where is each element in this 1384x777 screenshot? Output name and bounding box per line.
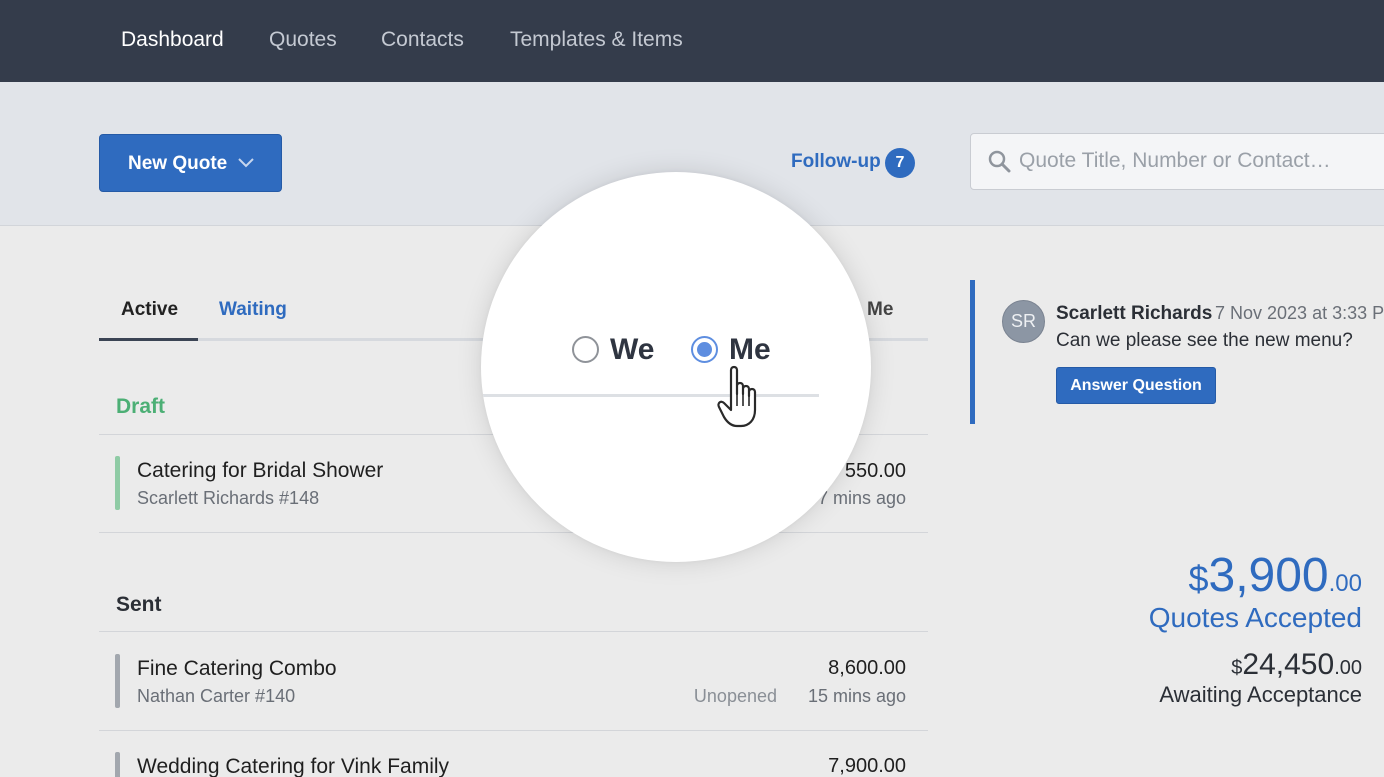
quote-title[interactable]: Catering for Bridal Shower	[137, 459, 383, 483]
activity-timestamp: 7 Nov 2023 at 3:33 PM	[1215, 303, 1384, 323]
search-input[interactable]	[1019, 149, 1379, 173]
quote-time: 15 mins ago	[807, 686, 906, 706]
nav-templates-items[interactable]: Templates & Items	[510, 28, 683, 52]
nav-quotes[interactable]: Quotes	[269, 28, 337, 52]
owner-filter-me-label[interactable]: Me	[867, 299, 893, 321]
new-quote-button[interactable]: New Quote	[99, 134, 282, 192]
nav-contacts[interactable]: Contacts	[381, 28, 464, 52]
amount-decimal: .00	[1328, 570, 1362, 597]
hand-pointer-icon	[717, 365, 757, 428]
quote-amount: 8,600.00	[828, 657, 906, 679]
activity-contact-name[interactable]: Scarlett Richards	[1056, 303, 1212, 325]
search-icon	[988, 150, 1011, 173]
activity-message: Can we please see the new menu?	[1056, 330, 1353, 351]
divider	[99, 730, 928, 731]
awaiting-acceptance-label: Awaiting Acceptance	[1159, 682, 1362, 707]
followup-link[interactable]: Follow-up	[791, 151, 881, 173]
activity-accent-bar	[970, 280, 975, 424]
new-quote-label: New Quote	[128, 153, 228, 174]
sent-status-bar	[115, 654, 120, 708]
owner-radio-we-label[interactable]: We	[610, 333, 654, 367]
tab-waiting[interactable]: Waiting	[219, 299, 287, 321]
quote-title[interactable]: Fine Catering Combo	[137, 657, 337, 681]
divider	[99, 631, 928, 632]
quotes-accepted-total: $3,900.00	[1188, 548, 1362, 603]
owner-radio-we[interactable]	[572, 336, 599, 363]
owner-radio-me[interactable]	[691, 336, 718, 363]
quote-amount: 550.00	[844, 460, 906, 482]
awaiting-acceptance-total: $24,450.00	[1231, 648, 1362, 682]
owner-radio-me-label[interactable]: Me	[729, 333, 771, 367]
tab-active[interactable]: Active	[121, 299, 178, 321]
followup-count-badge: 7	[885, 148, 915, 178]
section-sent-label: Sent	[116, 593, 162, 616]
section-draft-label: Draft	[116, 395, 166, 418]
currency-symbol: $	[1231, 657, 1243, 679]
sent-status-bar	[115, 752, 120, 777]
quote-status: Unopened	[693, 686, 777, 706]
quote-time: 7 mins ago	[817, 488, 906, 508]
avatar: SR	[1002, 300, 1045, 343]
magnifier-callout: We Me	[481, 172, 871, 562]
divider	[99, 532, 928, 533]
quote-amount: 7,900.00	[828, 755, 906, 777]
currency-symbol: $	[1188, 558, 1209, 599]
active-tab-indicator	[99, 338, 198, 341]
answer-question-button[interactable]: Answer Question	[1056, 367, 1216, 404]
draft-status-bar	[115, 456, 120, 510]
quote-contact: Scarlett Richards #148	[137, 488, 320, 508]
chevron-down-icon	[238, 158, 254, 168]
nav-dashboard[interactable]: Dashboard	[121, 28, 224, 52]
amount-whole: 24,450	[1242, 648, 1335, 681]
amount-whole: 3,900	[1208, 549, 1329, 602]
quote-contact: Nathan Carter #140	[137, 686, 296, 706]
top-nav: Dashboard Quotes Contacts Templates & It…	[0, 0, 1384, 82]
quote-title[interactable]: Wedding Catering for Vink Family	[137, 755, 449, 777]
amount-decimal: .00	[1334, 657, 1362, 679]
search-box[interactable]	[970, 133, 1384, 190]
quotes-accepted-label: Quotes Accepted	[1148, 602, 1362, 633]
